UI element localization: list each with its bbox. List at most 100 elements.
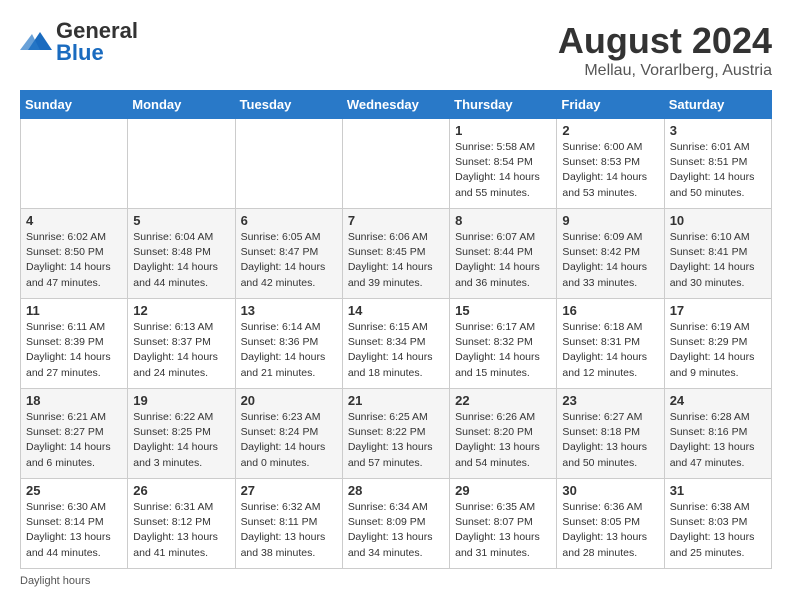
day-number: 27: [241, 483, 337, 498]
day-number: 14: [348, 303, 444, 318]
day-info: Sunrise: 6:10 AM Sunset: 8:41 PM Dayligh…: [670, 230, 766, 291]
calendar-table: Sunday Monday Tuesday Wednesday Thursday…: [20, 90, 772, 569]
day-info: Sunrise: 6:14 AM Sunset: 8:36 PM Dayligh…: [241, 320, 337, 381]
day-number: 15: [455, 303, 551, 318]
day-info: Sunrise: 6:13 AM Sunset: 8:37 PM Dayligh…: [133, 320, 229, 381]
col-sunday: Sunday: [21, 91, 128, 119]
table-row: 2 Sunrise: 6:00 AM Sunset: 8:53 PM Daylig…: [557, 119, 664, 209]
table-row: 5Sunrise: 6:04 AM Sunset: 8:48 PM Daylig…: [128, 209, 235, 299]
table-row: 19 Sunrise: 6:22 AM Sunset: 8:25 PM Dayli…: [128, 389, 235, 479]
day-number: 13: [241, 303, 337, 318]
day-number: 5: [133, 213, 229, 228]
day-info: Sunrise: 6:38 AM Sunset: 8:03 PM Dayligh…: [670, 500, 766, 561]
day-number: 11: [26, 303, 122, 318]
day-number: 20: [241, 393, 337, 408]
table-row: [128, 119, 235, 209]
title-block: August 2024 Mellau, Vorarlberg, Austria: [558, 20, 772, 80]
table-row: 30Sunrise: 6:36 AM Sunset: 8:05 PM Dayli…: [557, 479, 664, 569]
day-info: Sunrise: 6:31 AM Sunset: 8:12 PM Dayligh…: [133, 500, 229, 561]
day-info: Sunrise: 6:34 AM Sunset: 8:09 PM Dayligh…: [348, 500, 444, 561]
table-row: 4 Sunrise: 6:02 AM Sunset: 8:50 PM Daylig…: [21, 209, 128, 299]
calendar-week-row: 11Sunrise: 6:11 AM Sunset: 8:39 PM Dayli…: [21, 299, 772, 389]
day-info: Sunrise: 6:07 AM Sunset: 8:44 PM Dayligh…: [455, 230, 551, 291]
table-row: 3 Sunrise: 6:01 AM Sunset: 8:51 PM Daylig…: [664, 119, 771, 209]
table-row: 27Sunrise: 6:32 AM Sunset: 8:11 PM Dayli…: [235, 479, 342, 569]
col-friday: Friday: [557, 91, 664, 119]
day-info: Sunrise: 6:25 AM Sunset: 8:22 PM Dayligh…: [348, 410, 444, 471]
logo-icon: [20, 28, 52, 56]
day-number: 26: [133, 483, 229, 498]
day-number: 23: [562, 393, 658, 408]
day-info: Sunrise: 6:17 AM Sunset: 8:32 PM Dayligh…: [455, 320, 551, 381]
day-number: 24: [670, 393, 766, 408]
day-number: 12: [133, 303, 229, 318]
table-row: 18 Sunrise: 6:21 AM Sunset: 8:27 PM Dayli…: [21, 389, 128, 479]
day-info: Sunrise: 6:22 AM Sunset: 8:25 PM Dayligh…: [133, 410, 229, 471]
col-thursday: Thursday: [450, 91, 557, 119]
day-info: Sunrise: 6:06 AM Sunset: 8:45 PM Dayligh…: [348, 230, 444, 291]
table-row: 31 Sunrise: 6:38 AM Sunset: 8:03 PM Dayli…: [664, 479, 771, 569]
day-info: Sunrise: 6:30 AM Sunset: 8:14 PM Dayligh…: [26, 500, 122, 561]
day-info: Sunrise: 6:09 AM Sunset: 8:42 PM Dayligh…: [562, 230, 658, 291]
day-number: 2: [562, 123, 658, 138]
day-number: 19: [133, 393, 229, 408]
table-row: 24 Sunrise: 6:28 AM Sunset: 8:16 PM Dayli…: [664, 389, 771, 479]
table-row: 22 Sunrise: 6:26 AM Sunset: 8:20 PM Dayli…: [450, 389, 557, 479]
day-number: 4: [26, 213, 122, 228]
day-number: 7: [348, 213, 444, 228]
day-info: Sunrise: 6:01 AM Sunset: 8:51 PM Dayligh…: [670, 140, 766, 201]
day-info: Sunrise: 6:27 AM Sunset: 8:18 PM Dayligh…: [562, 410, 658, 471]
table-row: [235, 119, 342, 209]
day-number: 25: [26, 483, 122, 498]
day-info: Sunrise: 6:28 AM Sunset: 8:16 PM Dayligh…: [670, 410, 766, 471]
day-info: Sunrise: 6:00 AM Sunset: 8:53 PM Dayligh…: [562, 140, 658, 201]
table-row: 13 Sunrise: 6:14 AM Sunset: 8:36 PM Dayli…: [235, 299, 342, 389]
day-number: 21: [348, 393, 444, 408]
table-row: 20 Sunrise: 6:23 AM Sunset: 8:24 PM Dayli…: [235, 389, 342, 479]
logo-blue-text: Blue: [56, 40, 104, 65]
day-number: 6: [241, 213, 337, 228]
table-row: 21 Sunrise: 6:25 AM Sunset: 8:22 PM Dayli…: [342, 389, 449, 479]
page-header: General Blue August 2024 Mellau, Vorarlb…: [20, 20, 772, 80]
calendar-header-row: Sunday Monday Tuesday Wednesday Thursday…: [21, 91, 772, 119]
table-row: 15 Sunrise: 6:17 AM Sunset: 8:32 PM Dayli…: [450, 299, 557, 389]
day-info: Sunrise: 6:21 AM Sunset: 8:27 PM Dayligh…: [26, 410, 122, 471]
day-number: 3: [670, 123, 766, 138]
day-info: Sunrise: 6:36 AM Sunset: 8:05 PM Dayligh…: [562, 500, 658, 561]
day-info: Sunrise: 6:15 AM Sunset: 8:34 PM Dayligh…: [348, 320, 444, 381]
table-row: 26 Sunrise: 6:31 AM Sunset: 8:12 PM Dayli…: [128, 479, 235, 569]
table-row: 23 Sunrise: 6:27 AM Sunset: 8:18 PM Dayli…: [557, 389, 664, 479]
location-subtitle: Mellau, Vorarlberg, Austria: [558, 62, 772, 80]
day-info: Sunrise: 6:02 AM Sunset: 8:50 PM Dayligh…: [26, 230, 122, 291]
table-row: 17 Sunrise: 6:19 AM Sunset: 8:29 PM Dayli…: [664, 299, 771, 389]
calendar-week-row: 18 Sunrise: 6:21 AM Sunset: 8:27 PM Dayli…: [21, 389, 772, 479]
day-number: 8: [455, 213, 551, 228]
day-info: Sunrise: 6:19 AM Sunset: 8:29 PM Dayligh…: [670, 320, 766, 381]
table-row: 8 Sunrise: 6:07 AM Sunset: 8:44 PM Daylig…: [450, 209, 557, 299]
day-number: 9: [562, 213, 658, 228]
day-info: Sunrise: 6:35 AM Sunset: 8:07 PM Dayligh…: [455, 500, 551, 561]
day-info: Sunrise: 6:26 AM Sunset: 8:20 PM Dayligh…: [455, 410, 551, 471]
table-row: 1Sunrise: 5:58 AM Sunset: 8:54 PM Daylig…: [450, 119, 557, 209]
day-number: 1: [455, 123, 551, 138]
month-year-title: August 2024: [558, 20, 772, 62]
day-number: 18: [26, 393, 122, 408]
day-number: 29: [455, 483, 551, 498]
table-row: 6Sunrise: 6:05 AM Sunset: 8:47 PM Daylig…: [235, 209, 342, 299]
table-row: 25 Sunrise: 6:30 AM Sunset: 8:14 PM Dayli…: [21, 479, 128, 569]
table-row: 9 Sunrise: 6:09 AM Sunset: 8:42 PM Daylig…: [557, 209, 664, 299]
day-number: 17: [670, 303, 766, 318]
table-row: 16Sunrise: 6:18 AM Sunset: 8:31 PM Dayli…: [557, 299, 664, 389]
table-row: 29 Sunrise: 6:35 AM Sunset: 8:07 PM Dayli…: [450, 479, 557, 569]
day-number: 22: [455, 393, 551, 408]
col-wednesday: Wednesday: [342, 91, 449, 119]
logo: General Blue: [20, 20, 138, 64]
calendar-week-row: 25 Sunrise: 6:30 AM Sunset: 8:14 PM Dayli…: [21, 479, 772, 569]
col-saturday: Saturday: [664, 91, 771, 119]
day-number: 16: [562, 303, 658, 318]
day-info: Sunrise: 6:23 AM Sunset: 8:24 PM Dayligh…: [241, 410, 337, 471]
footer-note: Daylight hours: [20, 575, 772, 587]
col-tuesday: Tuesday: [235, 91, 342, 119]
day-number: 31: [670, 483, 766, 498]
calendar-week-row: 1Sunrise: 5:58 AM Sunset: 8:54 PM Daylig…: [21, 119, 772, 209]
